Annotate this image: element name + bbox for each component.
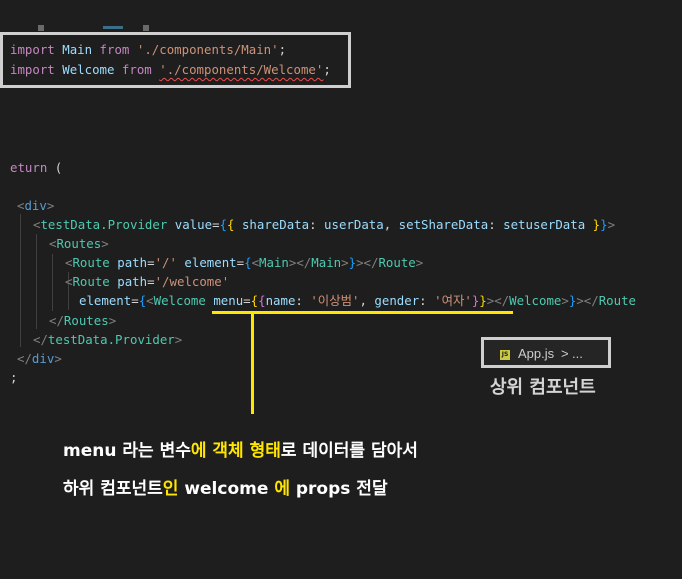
indent-guide — [20, 214, 21, 347]
semicolon-line: ; — [10, 370, 18, 385]
route-welcome-element-line: element={<Welcome menu={{name: '이상범', ge… — [79, 293, 637, 308]
js-file-icon: JS — [500, 350, 510, 360]
provider-close-line: </testData.Provider> — [33, 332, 183, 347]
annotation-line-1: menu 라는 변수에 객체 형태로 데이터를 담아서 — [63, 441, 418, 461]
cropped-code-line — [8, 23, 168, 31]
import-main-line: import Main from './components/Main'; — [10, 42, 287, 57]
routes-open-line: <Routes> — [49, 236, 109, 251]
breadcrumb[interactable]: JS App.js > ... — [481, 337, 611, 368]
menu-prop-underline — [212, 311, 513, 314]
import-welcome-line: import Welcome from './components/Welcom… — [10, 62, 331, 77]
routes-close-line: </Routes> — [49, 313, 117, 328]
indent-guide — [36, 234, 37, 329]
route-main-line: <Route path='/' element={<Main></Main>}>… — [65, 255, 424, 270]
annotation-line-2: 하위 컴포넌트인 welcome 에 props 전달 — [63, 479, 388, 499]
pointer-line — [251, 313, 254, 414]
provider-open-line: <testData.Provider value={{ shareData: u… — [33, 217, 616, 232]
breadcrumb-more[interactable]: ... — [572, 346, 583, 361]
div-close-line: </div> — [17, 351, 62, 366]
chevron-right-icon: > — [561, 346, 569, 361]
breadcrumb-file[interactable]: App.js — [518, 346, 554, 361]
indent-guide — [52, 254, 53, 311]
route-welcome-line: <Route path='/welcome' — [65, 274, 230, 289]
return-line: eturn ( — [10, 160, 63, 175]
div-open-line: <div> — [17, 198, 55, 213]
parent-component-label: 상위 컴포넌트 — [490, 377, 596, 398]
